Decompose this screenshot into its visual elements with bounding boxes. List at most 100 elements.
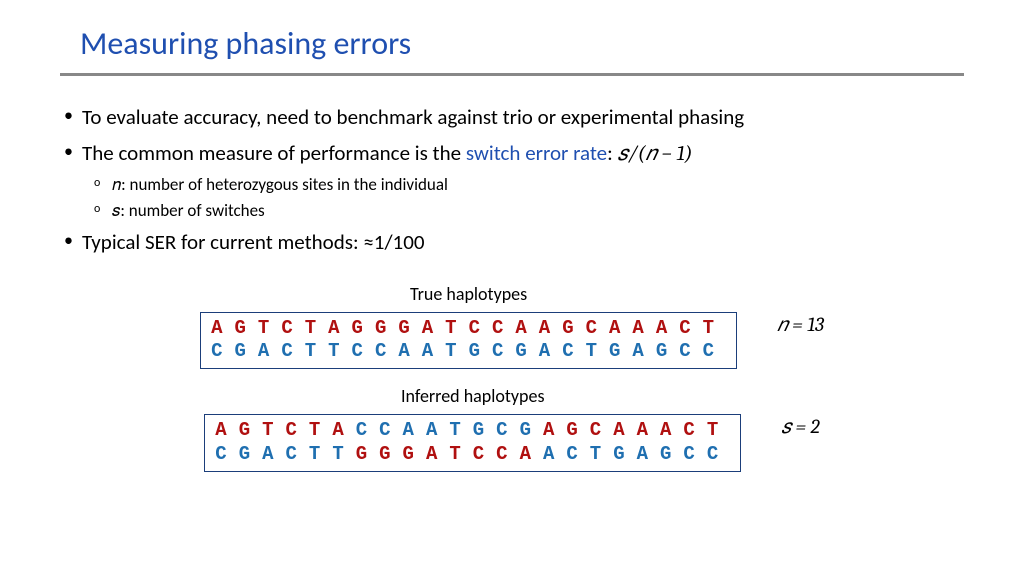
base: C (281, 317, 304, 339)
base: G (379, 443, 402, 465)
slide: Measuring phasing errors To evaluate acc… (0, 0, 1024, 576)
base: A (332, 419, 355, 441)
base: A (632, 340, 655, 362)
base: G (235, 340, 258, 362)
bullet-text: The common measure of performance is the (82, 140, 466, 166)
base: A (609, 317, 632, 339)
sub-bullet-text: 𝑠: number of switches (112, 200, 265, 221)
base: C (356, 419, 379, 441)
base: T (309, 419, 332, 441)
n-value: 𝑛 = 13 (777, 310, 824, 340)
inferred-haplotype-top: AGTCTACCAATGCGAGCAAACT (215, 419, 730, 443)
true-haplotype-box: AGTCTAGGGATCCAAGCAAACT CGACTTCCAATGCGACT… (200, 312, 737, 370)
base: A (515, 317, 538, 339)
base: T (590, 443, 613, 465)
base: G (515, 340, 538, 362)
base: A (520, 443, 543, 465)
base: G (566, 419, 589, 441)
s-value: 𝑠 = 2 (781, 412, 819, 442)
slide-title: Measuring phasing errors (80, 24, 964, 63)
base: C (683, 419, 706, 441)
base: T (445, 340, 468, 362)
sub-bullet-item: 𝑠: number of switches (112, 198, 964, 224)
base: T (305, 317, 328, 339)
base: A (637, 443, 660, 465)
base: G (356, 443, 379, 465)
base: T (449, 419, 472, 441)
base: T (703, 317, 726, 339)
inferred-haplotype-stack: Inferred haplotypes AGTCTACCAATGCGAGCAAA… (204, 383, 741, 472)
base: C (496, 443, 519, 465)
caption-inferred: Inferred haplotypes (401, 383, 544, 410)
base: C (286, 419, 309, 441)
base: C (352, 340, 375, 362)
base: C (703, 340, 726, 362)
base: A (637, 419, 660, 441)
figure-area: True haplotypes AGTCTAGGGATCCAAGCAAACT C… (60, 281, 964, 486)
base: A (403, 419, 426, 441)
base: A (543, 443, 566, 465)
base: T (445, 317, 468, 339)
base: C (707, 443, 730, 465)
bullet-item: To evaluate accuracy, need to benchmark … (82, 102, 964, 134)
base: C (492, 317, 515, 339)
base: A (262, 443, 285, 465)
base: G (352, 317, 375, 339)
base: G (473, 419, 496, 441)
sub-bullet-list: 𝑛: number of heterozygous sites in the i… (82, 172, 964, 223)
base: A (422, 317, 445, 339)
base: T (586, 340, 609, 362)
base: G (609, 340, 632, 362)
base: G (235, 317, 258, 339)
base: C (586, 317, 609, 339)
base: A (258, 340, 281, 362)
base: G (403, 443, 426, 465)
base: C (562, 340, 585, 362)
base: T (305, 340, 328, 362)
formula: 𝑠/(𝑛 − 1) (617, 142, 692, 166)
inferred-haplotype-bottom: CGACTTGGGATCCAACTGAGCC (215, 443, 730, 467)
bullet-text: Typical SER for current methods: ≈1/100 (82, 229, 425, 255)
base: G (375, 317, 398, 339)
base: A (539, 317, 562, 339)
divider (60, 73, 964, 76)
base: T (262, 419, 285, 441)
term-switch-error-rate: switch error rate (466, 140, 607, 166)
base: T (449, 443, 472, 465)
base: A (426, 443, 449, 465)
base: C (679, 317, 702, 339)
base: G (398, 317, 421, 339)
true-haplotype-bottom: CGACTTCCAATGCGACTGAGCC (211, 340, 726, 364)
base: T (328, 340, 351, 362)
base: A (543, 419, 566, 441)
base: C (281, 340, 304, 362)
base: C (215, 443, 238, 465)
base: G (520, 419, 543, 441)
base: A (215, 419, 238, 441)
base: G (656, 340, 679, 362)
base: A (426, 419, 449, 441)
base: A (539, 340, 562, 362)
base: C (375, 340, 398, 362)
true-haplotype-top: AGTCTAGGGATCCAAGCAAACT (211, 317, 726, 341)
content-area: To evaluate accuracy, need to benchmark … (60, 102, 964, 486)
base: G (469, 340, 492, 362)
base: A (632, 317, 655, 339)
base: T (707, 419, 730, 441)
base: A (613, 419, 636, 441)
base: G (660, 443, 683, 465)
base: C (679, 340, 702, 362)
base: T (309, 443, 332, 465)
base: C (286, 443, 309, 465)
inferred-haplotype-box: AGTCTACCAATGCGAGCAAACT CGACTTGGGATCCAACT… (204, 414, 741, 472)
base: G (239, 443, 262, 465)
sub-bullet-text: 𝑛: number of heterozygous sites in the i… (112, 174, 448, 195)
base: C (469, 317, 492, 339)
base: C (473, 443, 496, 465)
base: A (398, 340, 421, 362)
base: G (239, 419, 262, 441)
base: A (211, 317, 234, 339)
sub-bullet-item: 𝑛: number of heterozygous sites in the i… (112, 172, 964, 198)
base: G (562, 317, 585, 339)
true-haplotype-row: True haplotypes AGTCTAGGGATCCAAGCAAACT C… (200, 281, 824, 370)
